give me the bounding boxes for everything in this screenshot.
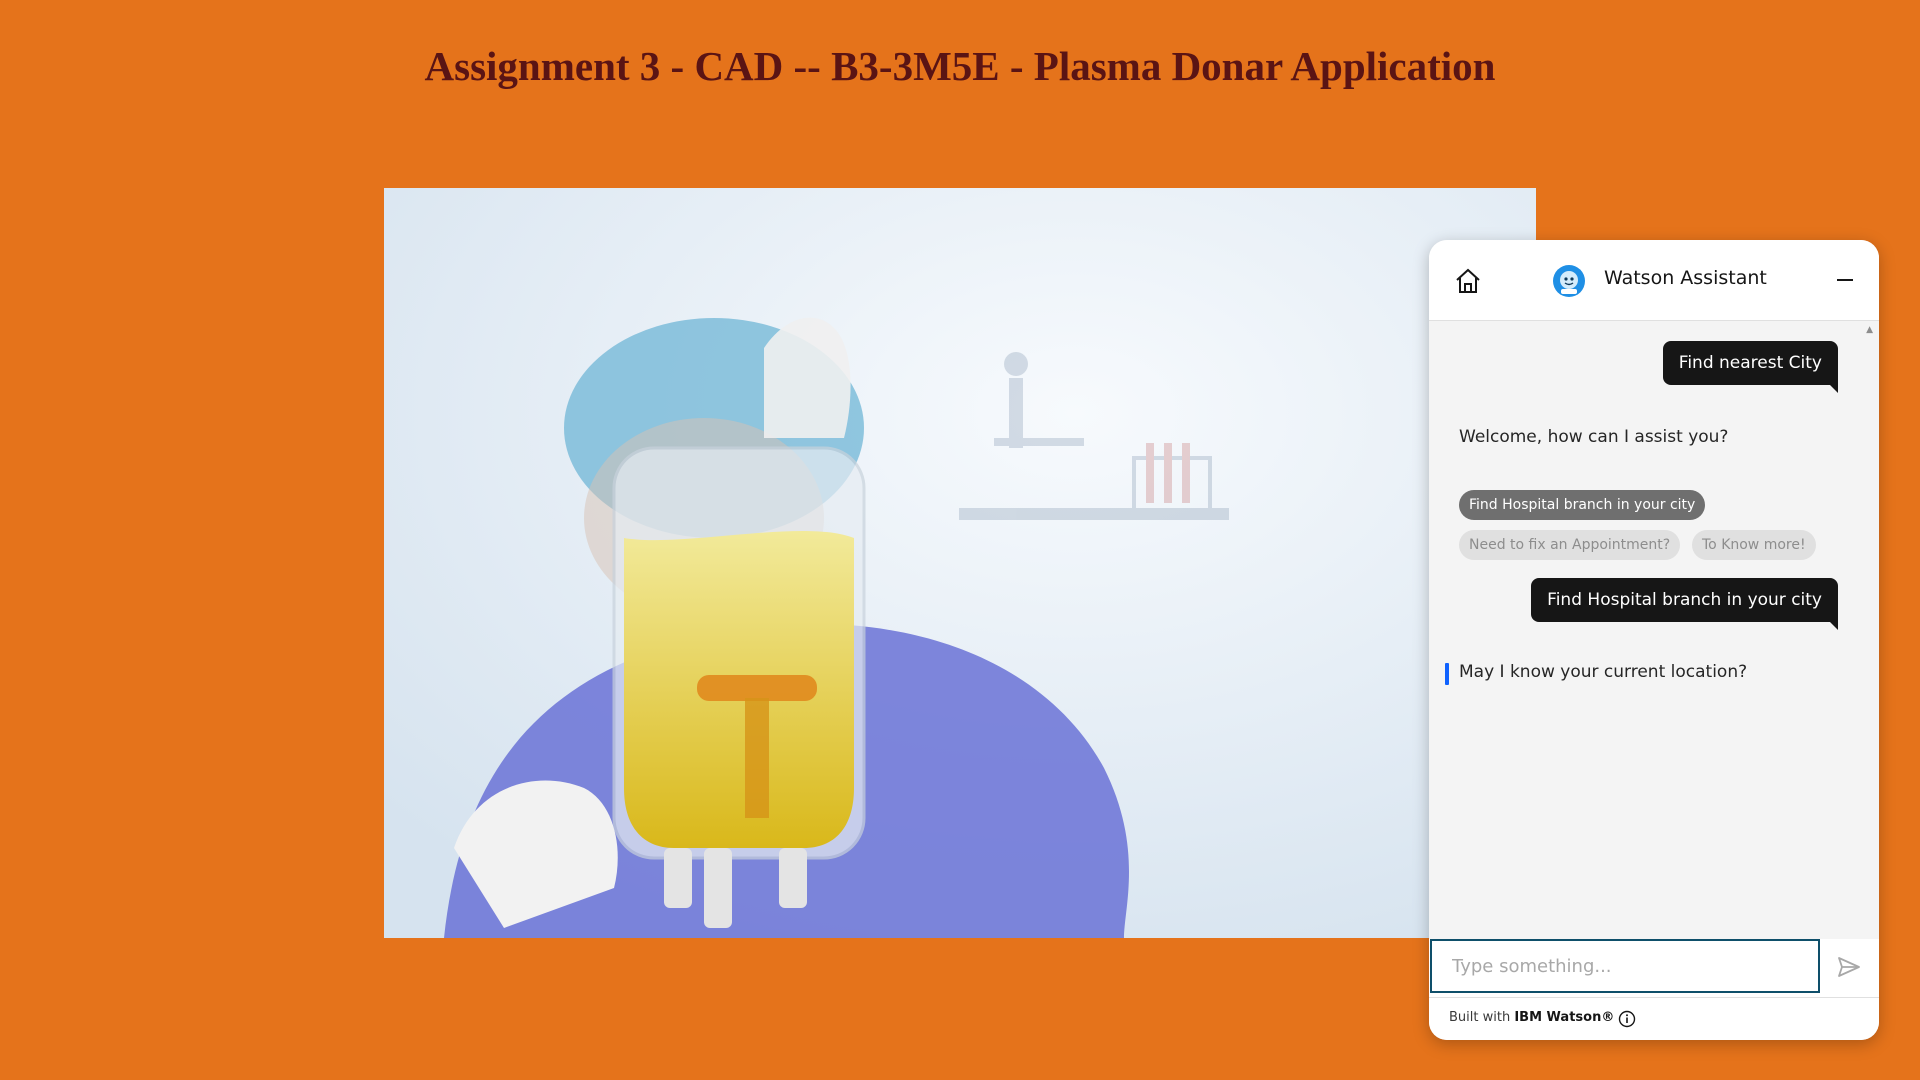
user-message: Find Hospital branch in your city: [1531, 578, 1838, 630]
bot-message: Welcome, how can I assist you?: [1459, 427, 1729, 447]
footer-credit: Built with IBM Watson®: [1449, 1010, 1614, 1025]
chat-widget: Watson Assistant ▲ ▼ Find nearest City W…: [1429, 240, 1879, 1040]
chat-title: Watson Assistant: [1604, 267, 1767, 289]
footer-prefix: Built with: [1449, 1010, 1511, 1025]
message-input[interactable]: [1430, 939, 1820, 993]
chat-footer: Built with IBM Watson®: [1429, 997, 1879, 1040]
input-area: [1429, 939, 1879, 997]
chat-messages[interactable]: ▲ ▼ Find nearest City Welcome, how can I…: [1429, 321, 1879, 1002]
option-hospital-branch[interactable]: Find Hospital branch in your city: [1459, 490, 1706, 520]
scroll-up-icon[interactable]: ▲: [1866, 325, 1873, 335]
bot-message: May I know your current location?: [1459, 662, 1748, 682]
plasma-donation-image: [384, 188, 1536, 938]
watson-avatar-icon: [1552, 264, 1586, 298]
option-appointment[interactable]: Need to fix an Appointment?: [1459, 530, 1681, 560]
footer-brand: IBM Watson®: [1514, 1010, 1615, 1025]
page-title: Assignment 3 - CAD -- B3-3M5E - Plasma D…: [424, 43, 1496, 89]
send-icon[interactable]: [1835, 953, 1863, 981]
option-know-more[interactable]: To Know more!: [1692, 530, 1816, 560]
bot-message-indicator: [1445, 663, 1449, 685]
chat-header: Watson Assistant: [1429, 240, 1879, 321]
info-icon[interactable]: [1618, 1010, 1636, 1028]
minimize-icon[interactable]: [1831, 266, 1859, 294]
user-message: Find nearest City: [1662, 341, 1839, 393]
home-icon[interactable]: [1453, 266, 1483, 296]
